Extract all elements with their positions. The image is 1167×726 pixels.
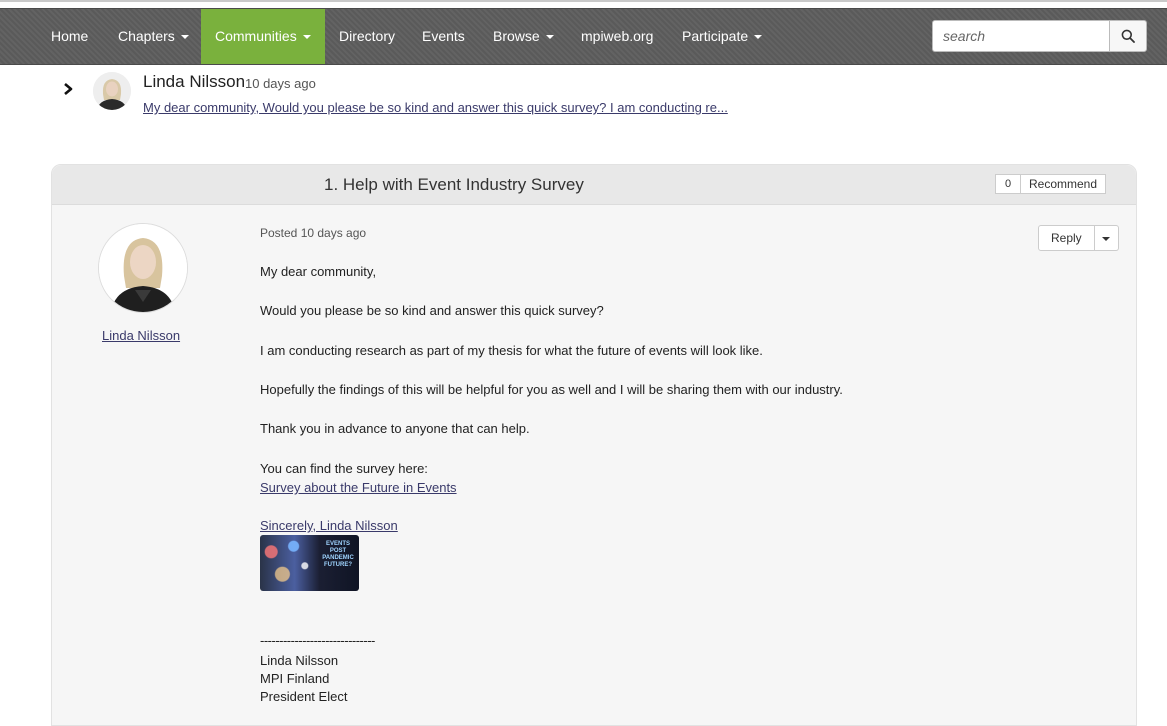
chevron-down-icon: [545, 35, 554, 40]
nav-browse[interactable]: Browse: [493, 9, 554, 64]
thread-snippet-link[interactable]: My dear community, Would you please be s…: [143, 100, 728, 115]
reply-button[interactable]: Reply: [1038, 225, 1095, 251]
signature-name: Linda Nilsson: [260, 653, 339, 668]
reply-dropdown-button[interactable]: [1094, 225, 1119, 251]
chevron-down-icon: [1101, 237, 1110, 241]
nav-communities[interactable]: Communities: [201, 9, 325, 64]
recommend-group: 0 Recommend: [995, 174, 1107, 194]
nav-directory-label: Directory: [339, 28, 396, 44]
post-header: 1. Help with Event Industry Survey 0 Rec…: [52, 165, 1136, 205]
post-avatar[interactable]: [98, 223, 188, 313]
chevron-down-icon: [754, 35, 763, 40]
concert-lights-graphic: [260, 535, 316, 591]
signature-org: MPI Finland: [260, 671, 330, 686]
nav-home[interactable]: Home: [51, 9, 88, 64]
recommend-button[interactable]: Recommend: [1021, 174, 1107, 194]
events-promo-image[interactable]: EVENTS POST PANDEMIC FUTURE?: [260, 535, 359, 591]
nav-communities-label: Communities: [215, 28, 297, 44]
nav-events[interactable]: Events: [422, 9, 465, 64]
thread-author: Linda Nilsson: [143, 72, 246, 91]
post-title: 1. Help with Event Industry Survey: [324, 175, 584, 194]
signature-divider: ------------------------------: [260, 633, 375, 648]
nav-directory[interactable]: Directory: [339, 9, 395, 64]
nav-participate[interactable]: Participate: [682, 9, 763, 64]
promo-image-text: EVENTS POST PANDEMIC FUTURE?: [322, 541, 354, 568]
top-navbar: Home Chapters Communities Directory Even…: [0, 8, 1167, 65]
post-paragraph: You can find the survey here:: [260, 461, 428, 476]
person-photo: [93, 72, 131, 110]
nav-home-label: Home: [51, 28, 89, 44]
signature-role: President Elect: [260, 689, 348, 704]
top-strip: [0, 0, 1167, 2]
person-photo: [99, 224, 187, 312]
post-author-link[interactable]: Linda Nilsson: [102, 328, 180, 343]
chevron-down-icon: [302, 35, 311, 40]
chevron-down-icon: [180, 35, 189, 40]
posted-time: Posted 10 days ago: [260, 226, 367, 240]
nav-browse-label: Browse: [493, 28, 540, 44]
sincerely-link[interactable]: Sincerely, Linda Nilsson: [260, 518, 398, 533]
post-paragraph: Thank you in advance to anyone that can …: [260, 421, 530, 436]
chevron-right-icon[interactable]: [63, 82, 73, 96]
post-paragraph: Hopefully the findings of this will be h…: [260, 382, 843, 397]
post-paragraph: I am conducting research as part of my t…: [260, 343, 763, 358]
search-input[interactable]: [932, 20, 1110, 52]
post-card: 1. Help with Event Industry Survey 0 Rec…: [51, 164, 1137, 726]
post-paragraph: Would you please be so kind and answer t…: [260, 303, 604, 318]
thread-time: 10 days ago: [245, 76, 316, 91]
survey-link[interactable]: Survey about the Future in Events: [260, 480, 457, 495]
nav-participate-label: Participate: [682, 28, 749, 44]
thread-summary-row: Linda Nilsson 10 days ago My dear commun…: [63, 72, 963, 122]
nav-events-label: Events: [422, 28, 465, 44]
recommend-count: 0: [995, 174, 1021, 194]
reply-group: Reply: [1038, 225, 1119, 251]
nav-mpiweb-label: mpiweb.org: [581, 28, 654, 44]
post-paragraph: My dear community,: [260, 264, 377, 279]
avatar[interactable]: [93, 72, 131, 110]
search-button[interactable]: [1109, 20, 1147, 52]
nav-chapters[interactable]: Chapters: [118, 9, 189, 64]
search-icon: [1121, 29, 1135, 43]
nav-chapters-label: Chapters: [118, 28, 175, 44]
nav-mpiweb[interactable]: mpiweb.org: [581, 9, 653, 64]
